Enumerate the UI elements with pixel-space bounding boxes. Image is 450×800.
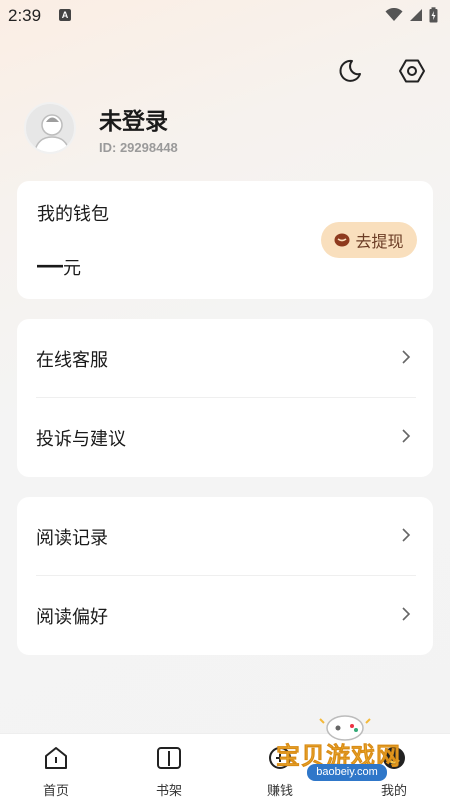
login-status-label[interactable]: 未登录 [99,102,168,136]
watermark-url: baobeiy.com [307,764,387,781]
chevron-right-icon [402,350,411,364]
moon-icon [339,59,361,82]
nav-home[interactable]: 首页 [26,744,86,799]
menu-reading-preference[interactable]: 阅读偏好 [17,576,433,655]
menu-label: 阅读记录 [36,527,108,548]
night-mode-button[interactable] [335,56,365,86]
withdraw-label: 去提现 [355,234,404,251]
battery-icon [429,7,438,23]
wallet-title: 我的钱包 [37,204,109,224]
wallet-amount: — [37,249,63,279]
notification-badge: A [59,9,71,21]
book-icon [157,747,181,769]
settings-icon [399,59,425,83]
home-icon [45,747,67,769]
status-icons [385,7,438,23]
reading-menu-card: 阅读记录 阅读偏好 [17,497,433,655]
menu-online-service[interactable]: 在线客服 [17,319,433,398]
withdraw-button[interactable]: 去提现 [321,222,417,258]
nav-bookshelf[interactable]: 书架 [139,744,199,799]
service-menu-card: 在线客服 投诉与建议 [17,319,433,477]
wallet-unit: 元 [63,258,81,278]
default-avatar-icon [33,114,71,152]
chevron-right-icon [402,607,411,621]
status-time: 2:39 [8,6,42,25]
wifi-icon [385,8,403,21]
wallet-card: 我的钱包 — 元 去提现 [17,181,433,299]
menu-label: 在线客服 [36,349,108,370]
menu-label: 阅读偏好 [36,606,108,627]
signal-icon [410,9,422,21]
user-id: ID: 29298448 [99,140,178,155]
menu-feedback[interactable]: 投诉与建议 [17,398,433,477]
wallet-small-icon [334,233,350,247]
avatar[interactable] [24,102,76,154]
nav-label: 书架 [155,783,182,798]
menu-label: 投诉与建议 [36,428,126,449]
chevron-right-icon [402,528,411,542]
menu-reading-history[interactable]: 阅读记录 [17,497,433,576]
settings-button[interactable] [397,56,427,86]
nav-label: 首页 [42,783,69,798]
status-bar: 2:39 A [0,0,450,32]
chevron-right-icon [402,429,411,443]
